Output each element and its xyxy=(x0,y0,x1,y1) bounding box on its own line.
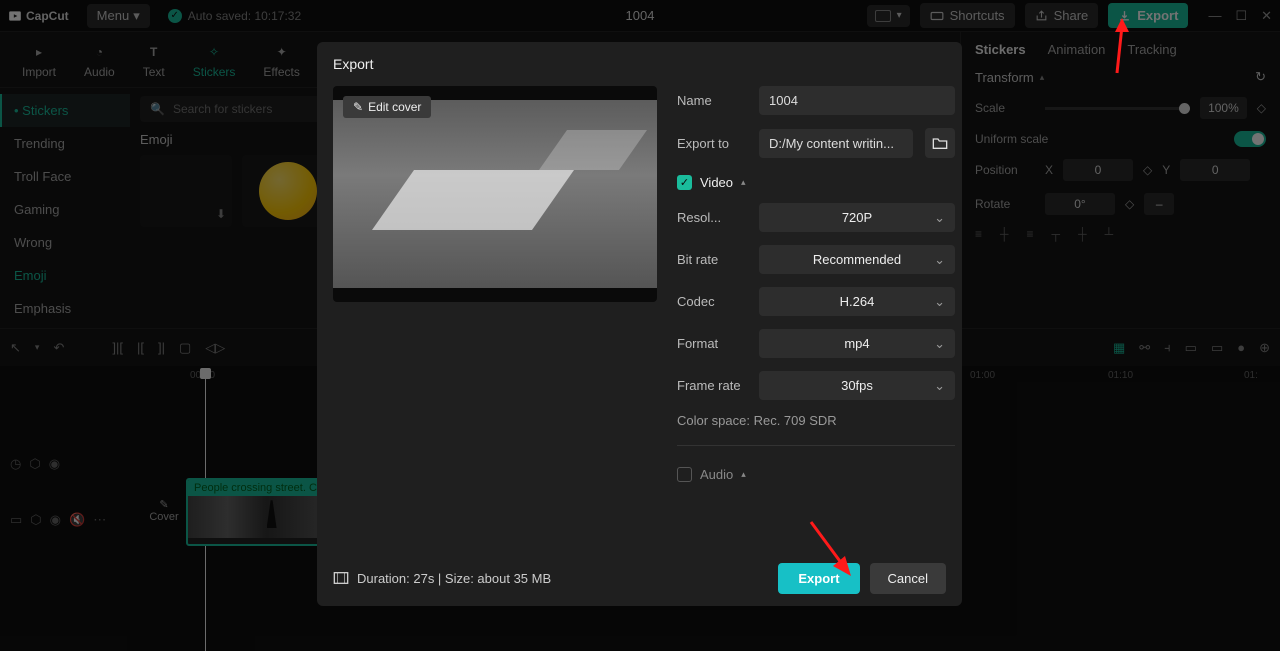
modal-export-button[interactable]: Export xyxy=(778,563,859,594)
modal-footer: Duration: 27s | Size: about 35 MB Export… xyxy=(317,550,962,606)
video-section-header[interactable]: ✓ Video ▴ xyxy=(677,175,955,190)
audio-section-header[interactable]: Audio ▴ xyxy=(677,467,955,482)
export-form: Name Export to D:/My content writin... ✓… xyxy=(677,86,962,542)
codec-select[interactable]: H.264 xyxy=(759,287,955,316)
resolution-select[interactable]: 720P xyxy=(759,203,955,232)
audio-checkbox[interactable] xyxy=(677,467,692,482)
export-to-label: Export to xyxy=(677,136,747,151)
bitrate-select[interactable]: Recommended xyxy=(759,245,955,274)
pencil-icon: ✎ xyxy=(353,100,363,114)
duration-info: Duration: 27s | Size: about 35 MB xyxy=(333,571,551,586)
collapse-icon: ▴ xyxy=(741,177,746,188)
folder-icon xyxy=(932,136,948,150)
format-label: Format xyxy=(677,336,747,351)
film-icon xyxy=(333,571,349,585)
export-modal: Export ✎ Edit cover Name Export to D:/My… xyxy=(317,42,962,606)
browse-folder-button[interactable] xyxy=(925,128,955,158)
edit-cover-button[interactable]: ✎ Edit cover xyxy=(343,96,431,118)
video-checkbox[interactable]: ✓ xyxy=(677,175,692,190)
cover-image xyxy=(333,100,657,288)
cover-preview: ✎ Edit cover xyxy=(333,86,657,302)
separator xyxy=(677,445,955,446)
format-select[interactable]: mp4 xyxy=(759,329,955,358)
framerate-label: Frame rate xyxy=(677,378,747,393)
framerate-select[interactable]: 30fps xyxy=(759,371,955,400)
modal-cancel-button[interactable]: Cancel xyxy=(870,563,946,594)
export-path[interactable]: D:/My content writin... xyxy=(759,129,913,158)
collapse-icon: ▴ xyxy=(741,469,746,480)
color-space-text: Color space: Rec. 709 SDR xyxy=(677,413,955,428)
name-label: Name xyxy=(677,93,747,108)
codec-label: Codec xyxy=(677,294,747,309)
bitrate-label: Bit rate xyxy=(677,252,747,267)
name-input[interactable] xyxy=(759,86,955,115)
resolution-label: Resol... xyxy=(677,210,747,225)
modal-title: Export xyxy=(317,42,962,86)
